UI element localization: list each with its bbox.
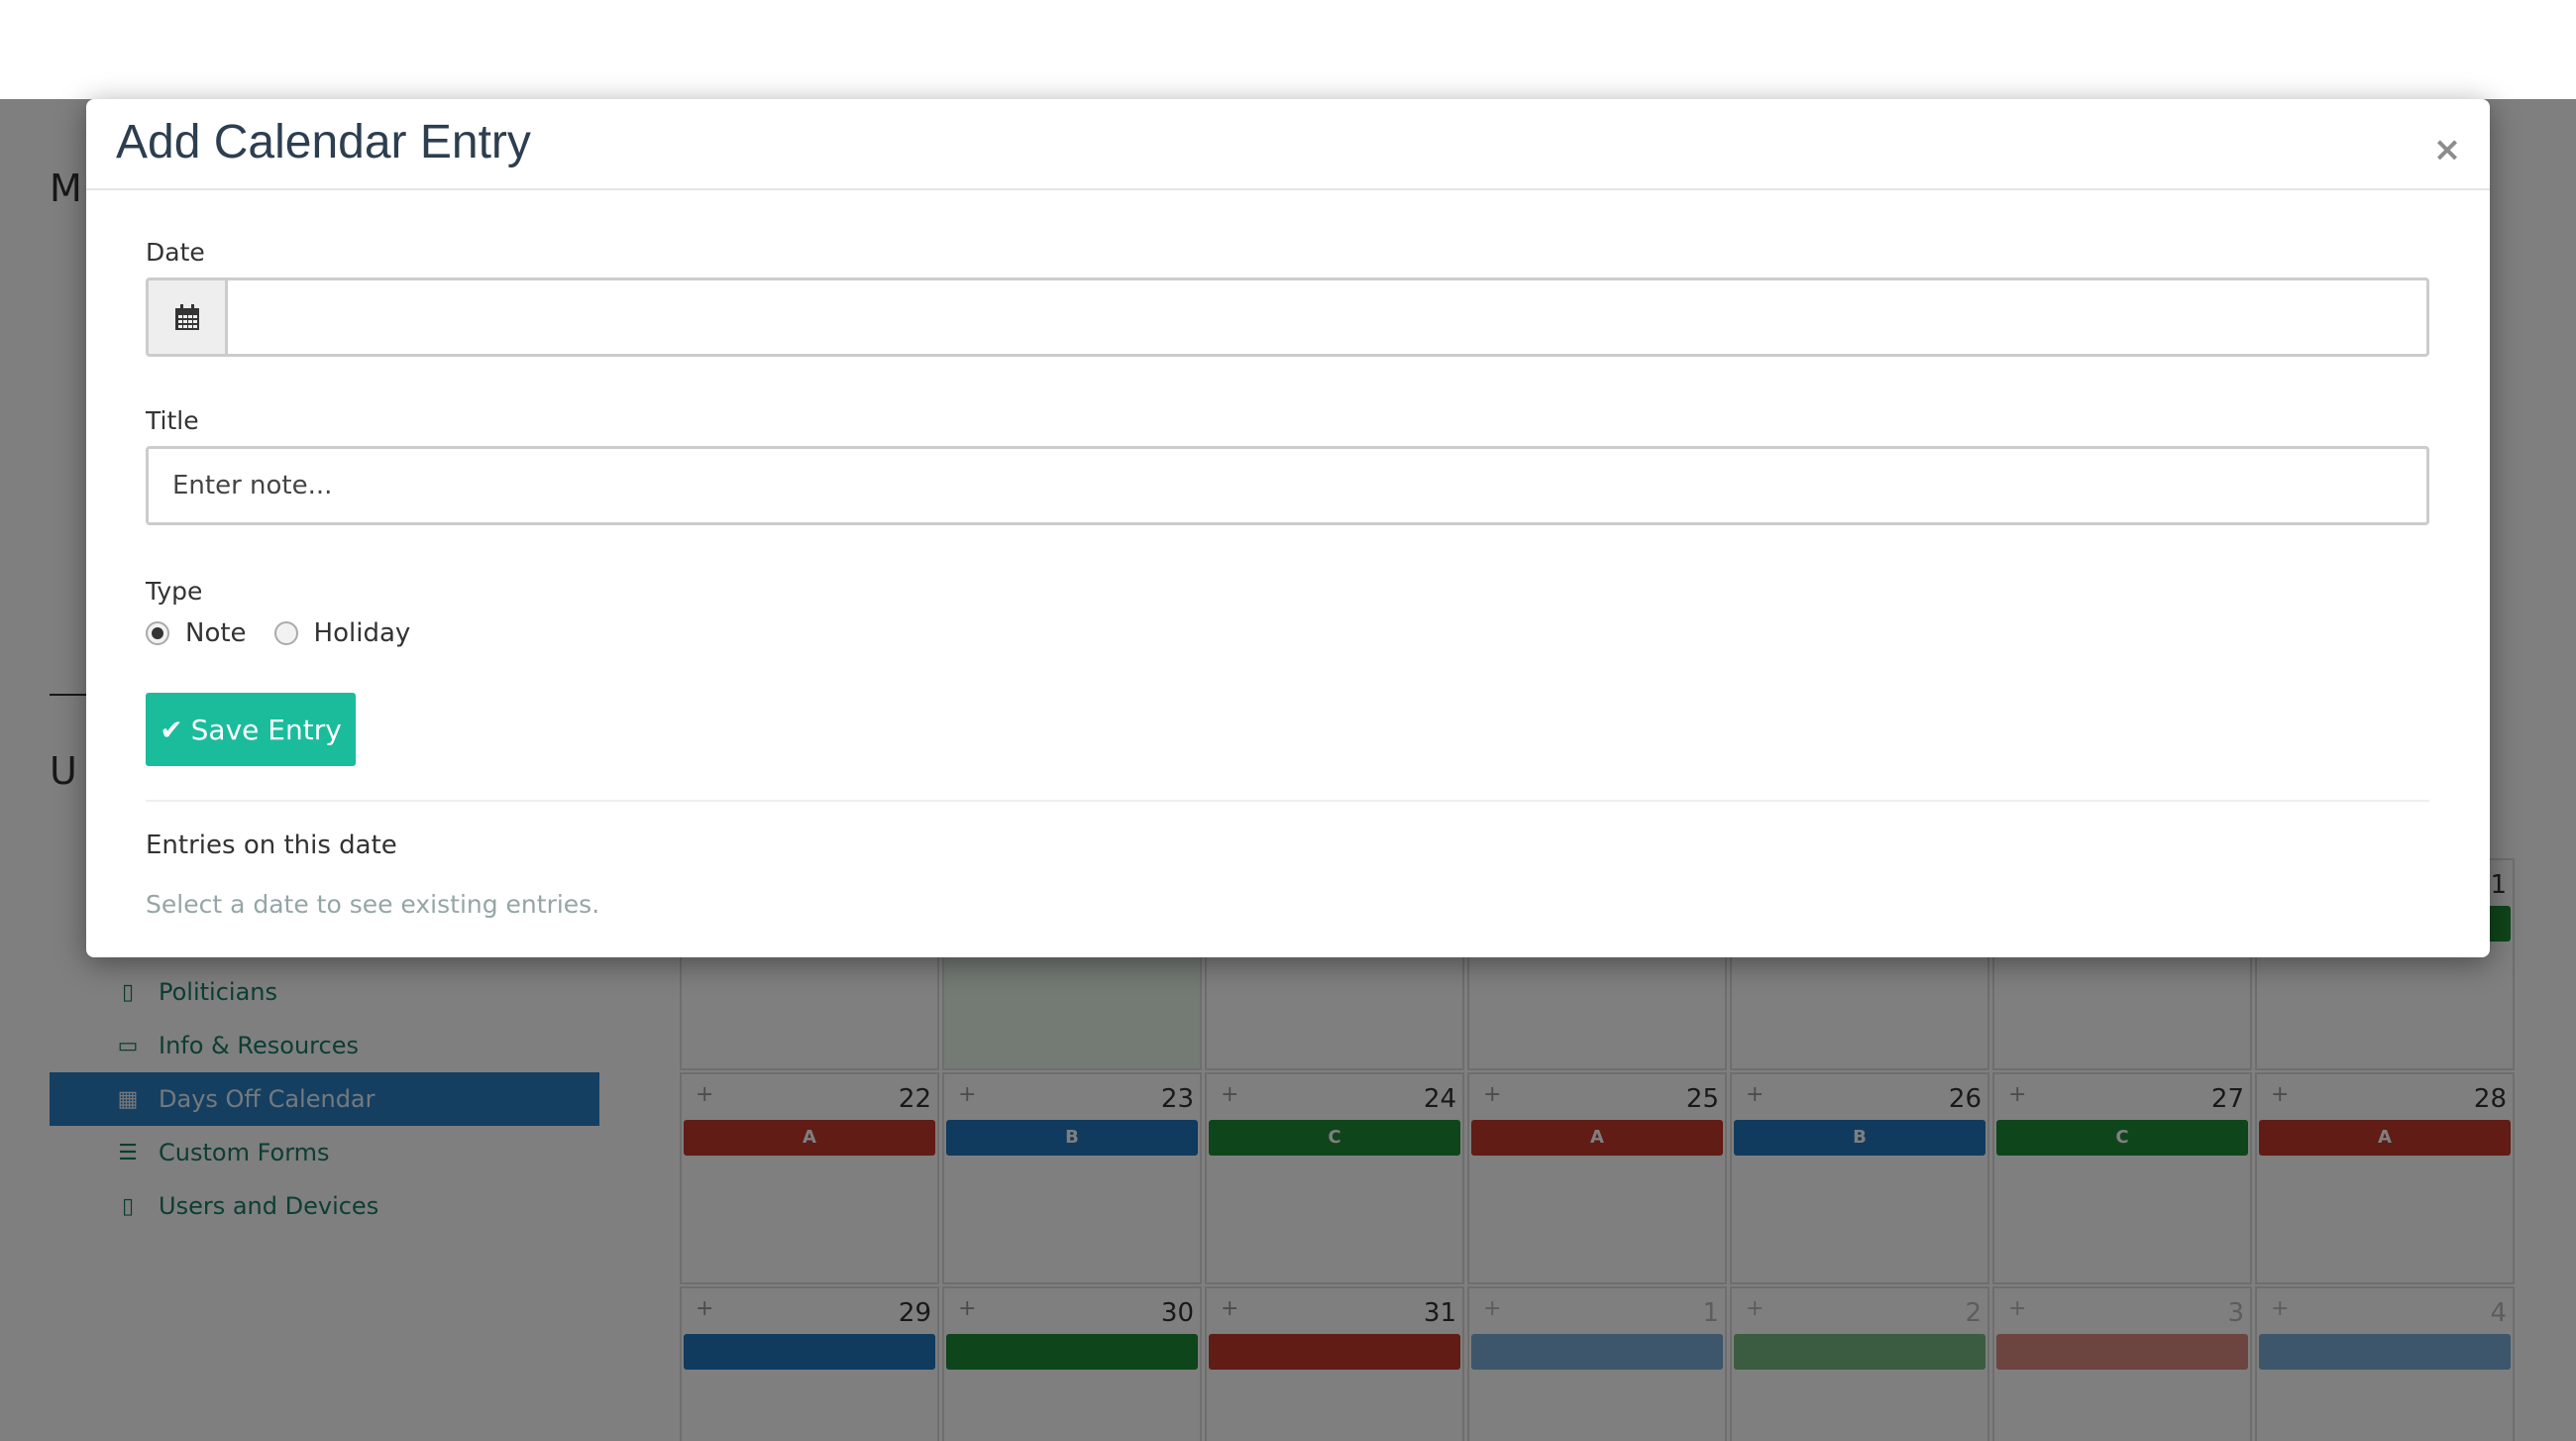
type-label: Type — [146, 577, 203, 606]
modal-divider — [146, 800, 2429, 802]
entries-empty-message: Select a date to see existing entries. — [146, 890, 600, 919]
checkmark-icon: ✔ — [160, 713, 183, 746]
entries-heading: Entries on this date — [146, 831, 397, 860]
add-calendar-entry-modal: Add Calendar Entry × Date Title Type Not… — [86, 99, 2490, 957]
close-icon[interactable]: × — [2432, 133, 2462, 166]
title-input[interactable] — [146, 446, 2429, 525]
modal-header: Add Calendar Entry × — [86, 99, 2490, 190]
type-option-holiday[interactable]: Holiday — [273, 618, 411, 648]
type-radio-group: Note Holiday — [146, 618, 438, 648]
note-radio[interactable] — [146, 621, 169, 645]
note-radio-label: Note — [185, 618, 247, 648]
modal-title: Add Calendar Entry — [116, 116, 531, 168]
date-label: Date — [146, 238, 205, 267]
holiday-radio-label: Holiday — [313, 618, 411, 648]
holiday-radio[interactable] — [273, 621, 298, 645]
date-input-group — [146, 277, 2429, 357]
save-entry-button[interactable]: ✔ Save Entry — [146, 693, 356, 766]
save-entry-label: Save Entry — [190, 713, 342, 746]
title-label: Title — [146, 406, 199, 435]
date-input[interactable] — [225, 277, 2429, 357]
type-option-note[interactable]: Note — [146, 618, 247, 648]
calendar-icon[interactable] — [146, 277, 225, 357]
